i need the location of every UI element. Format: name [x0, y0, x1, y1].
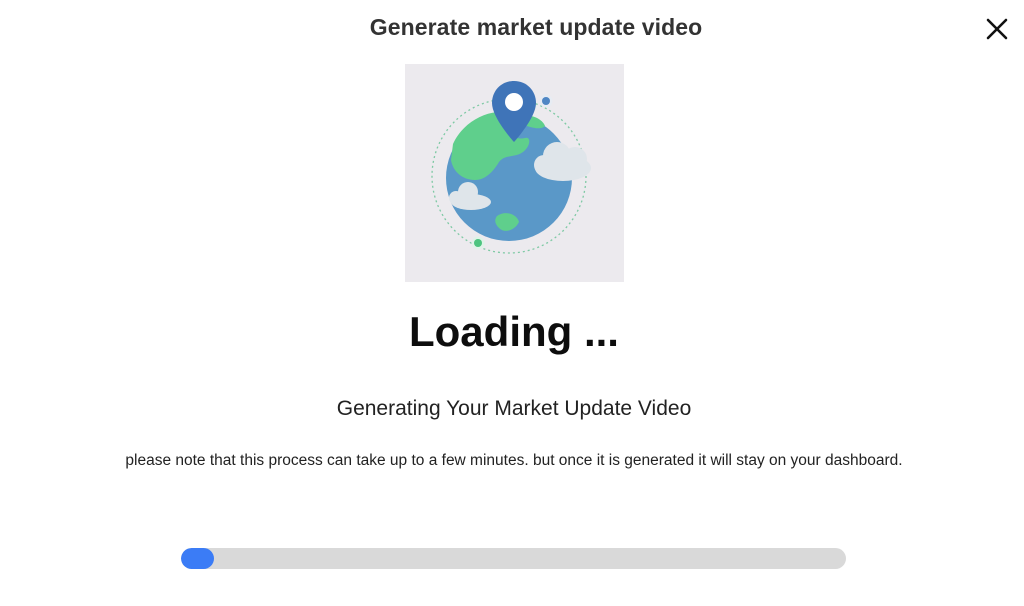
globe-illustration [405, 64, 624, 282]
progress-bar [181, 548, 846, 569]
close-icon [986, 18, 1008, 40]
status-note: please note that this process can take u… [125, 452, 903, 469]
loading-heading: Loading ... [409, 308, 619, 355]
globe-location-pin-icon [431, 81, 591, 254]
close-button[interactable] [982, 14, 1012, 44]
generate-video-dialog: Generate market update video Loading ...… [0, 0, 1024, 606]
progress-bar-fill [181, 548, 215, 569]
dialog-title: Generate market update video [369, 14, 703, 40]
status-subtitle: Generating Your Market Update Video [336, 397, 692, 420]
